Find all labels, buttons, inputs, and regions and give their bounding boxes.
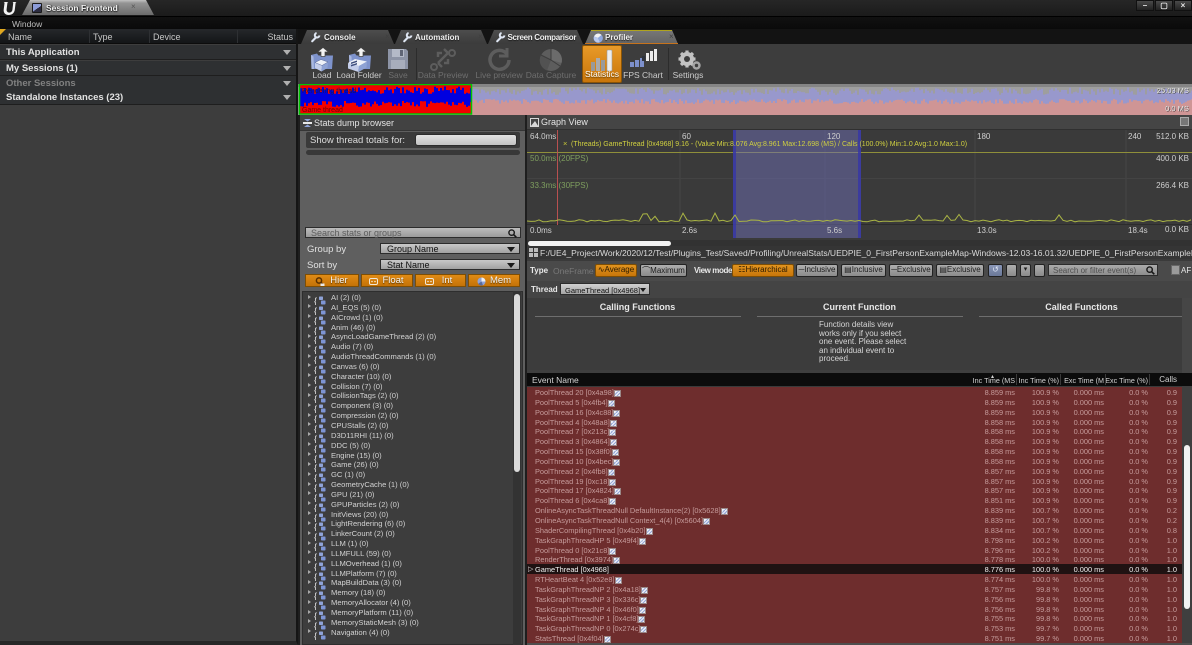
svg-text:60: 60: [682, 132, 691, 141]
svg-text:64.0ms: 64.0ms: [530, 132, 556, 141]
svg-text:50.0ms (20FPS): 50.0ms (20FPS): [530, 154, 589, 163]
svg-text:×: ×: [563, 139, 567, 148]
svg-text:18.4s: 18.4s: [1128, 226, 1148, 235]
svg-text:180: 180: [977, 132, 991, 141]
svg-text:2.6s: 2.6s: [682, 226, 697, 235]
svg-text:0.0ms: 0.0ms: [530, 226, 552, 235]
svg-text:240: 240: [1128, 132, 1142, 141]
svg-text:Game thread: Game thread: [302, 107, 343, 114]
svg-text:400.0 KB: 400.0 KB: [1156, 154, 1189, 163]
svg-text:33.3ms (30FPS): 33.3ms (30FPS): [530, 181, 589, 190]
svg-text:0.0 KB: 0.0 KB: [1165, 225, 1189, 234]
svg-text:266.4 KB: 266.4 KB: [1156, 181, 1189, 190]
svg-text:512.0 KB: 512.0 KB: [1156, 132, 1189, 141]
svg-text:(Threads) GameThread [0x4968]: (Threads) GameThread [0x4968] 9.16 - (Va…: [571, 141, 967, 148]
svg-text:{: {: [314, 631, 317, 640]
svg-text:13.0s: 13.0s: [977, 226, 997, 235]
svg-text:120: 120: [827, 132, 841, 141]
svg-text:5.6s: 5.6s: [827, 226, 842, 235]
svg-text:0.0 MS: 0.0 MS: [1165, 104, 1189, 113]
svg-text:Rendering thread: Rendering thread: [302, 88, 356, 95]
svg-text:25.03 MS: 25.03 MS: [1157, 86, 1189, 95]
